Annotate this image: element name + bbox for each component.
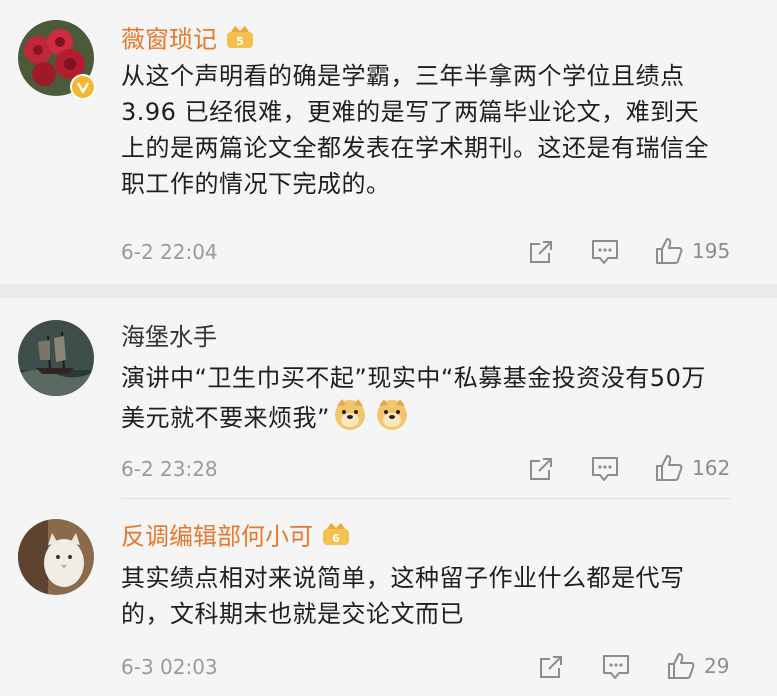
reply-button[interactable]	[590, 238, 620, 266]
avatar[interactable]	[18, 320, 94, 396]
comment-icon	[592, 240, 618, 264]
verified-badge-icon	[70, 74, 96, 104]
comment-time: 6-3 02:03	[121, 655, 218, 679]
reply-button[interactable]	[590, 455, 620, 483]
username[interactable]: 反调编辑部何小可 6	[121, 521, 351, 554]
svg-text:5: 5	[236, 35, 244, 48]
comment-text: 演讲中“卫生巾买不起”现实中“私募基金投资没有50万美元就不要来烦我”	[121, 360, 711, 442]
share-icon	[530, 458, 552, 480]
share-icon	[530, 241, 552, 263]
share-icon	[540, 656, 562, 678]
like-count: 195	[692, 239, 731, 263]
like-button[interactable]: 195	[654, 236, 730, 266]
share-button[interactable]	[527, 455, 555, 483]
comment-item: 反调编辑部何小可 6 其实绩点相对来说简单，这种留子作业什么都是代写的，文科期末也…	[0, 499, 777, 696]
like-button[interactable]: 162	[654, 453, 730, 483]
share-button[interactable]	[527, 238, 555, 266]
like-button[interactable]: 29	[666, 651, 729, 681]
share-button[interactable]	[537, 653, 565, 681]
thumbs-up-icon	[656, 455, 683, 481]
comment-item: 海堡水手 演讲中“卫生巾买不起”现实中“私募基金投资没有50万美元就不要来烦我”…	[0, 298, 777, 498]
vip-crown-icon: 6	[321, 521, 351, 554]
comment-icon	[592, 457, 618, 481]
username-text[interactable]: 薇窗琐记	[121, 26, 217, 54]
username[interactable]: 薇窗琐记 5	[121, 24, 255, 57]
thumbs-up-icon	[668, 653, 695, 679]
comment-icon	[603, 655, 629, 679]
doge-emoji-icon	[374, 396, 410, 442]
username-text[interactable]: 反调编辑部何小可	[121, 523, 313, 551]
comment-text: 从这个声明看的确是学霸，三年半拿两个学位且绩点 3.96 已经很难，更难的是写了…	[121, 62, 709, 198]
avatar[interactable]	[18, 519, 94, 595]
comment-item: 薇窗琐记 5 从这个声明看的确是学霸，三年半拿两个学位且绩点 3.96 已经很难，…	[0, 0, 777, 284]
comment-time: 6-2 22:04	[121, 240, 218, 264]
thumbs-up-icon	[656, 238, 683, 264]
comment-text: 其实绩点相对来说简单，这种留子作业什么都是代写的，文科期末也就是交论文而已	[121, 564, 685, 628]
comment-text-content: 演讲中“卫生巾买不起”现实中“私募基金投资没有50万美元就不要来烦我”	[121, 364, 706, 432]
svg-text:6: 6	[332, 532, 340, 545]
vip-crown-icon: 5	[225, 24, 255, 57]
username-text[interactable]: 海堡水手	[121, 323, 217, 351]
like-count: 29	[704, 654, 730, 678]
like-count: 162	[692, 456, 731, 480]
username[interactable]: 海堡水手	[121, 322, 217, 352]
section-divider	[0, 284, 777, 298]
comment-time: 6-2 23:28	[121, 457, 218, 481]
reply-button[interactable]	[601, 653, 631, 681]
doge-emoji-icon	[332, 396, 368, 442]
